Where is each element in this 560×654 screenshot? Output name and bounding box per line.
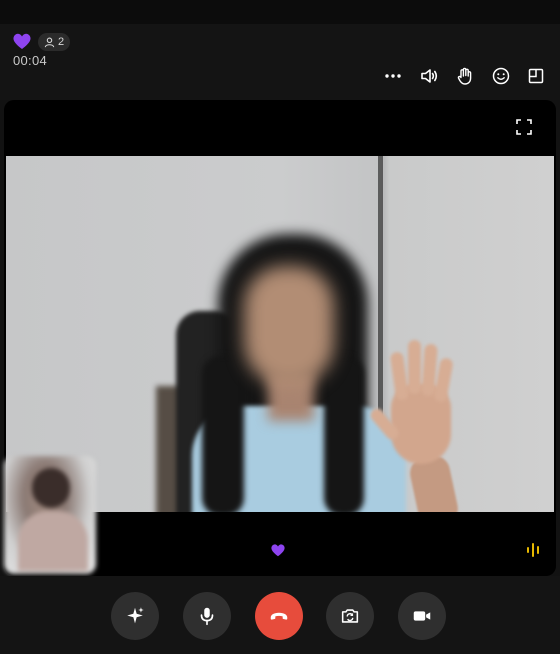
sparkle-icon (127, 607, 144, 624)
purple-heart-icon (271, 544, 285, 557)
more-button[interactable] (382, 65, 404, 87)
hair-left (202, 356, 244, 512)
hair-right (324, 356, 364, 512)
camera-flip-icon (341, 609, 359, 623)
reactions-button[interactable] (490, 65, 512, 87)
speaker-button[interactable] (418, 65, 440, 87)
mic-icon (200, 607, 214, 626)
speaker-icon (421, 69, 438, 83)
more-dots-icon (385, 74, 401, 78)
phone-hangup-icon (270, 612, 288, 620)
flip-camera-button[interactable] (326, 592, 374, 640)
layout-icon (528, 68, 544, 84)
audio-wave-icon (527, 543, 539, 557)
participant-count: 2 (58, 36, 65, 48)
finger (389, 351, 410, 401)
video-camera-icon (413, 611, 431, 621)
blurred-face (244, 266, 334, 386)
layout-button[interactable] (525, 65, 547, 87)
person-icon (44, 37, 55, 47)
purple-heart-icon (13, 33, 31, 49)
finger (408, 340, 421, 394)
raise-hand-icon (457, 67, 472, 85)
self-view[interactable] (4, 456, 96, 574)
self-view-head (32, 468, 70, 508)
fullscreen-icon[interactable] (514, 117, 534, 137)
call-top-bar (0, 24, 560, 100)
video-button[interactable] (398, 592, 446, 640)
call-timer: 00:04 (13, 53, 48, 68)
smiley-icon (492, 67, 510, 85)
effects-button[interactable] (111, 592, 159, 640)
end-call-button[interactable] (255, 592, 303, 640)
raise-hand-button[interactable] (454, 65, 476, 87)
participant-count-badge[interactable]: 2 (38, 33, 71, 51)
status-bar (0, 0, 560, 24)
self-view-body (18, 511, 88, 571)
microphone-button[interactable] (183, 592, 231, 640)
